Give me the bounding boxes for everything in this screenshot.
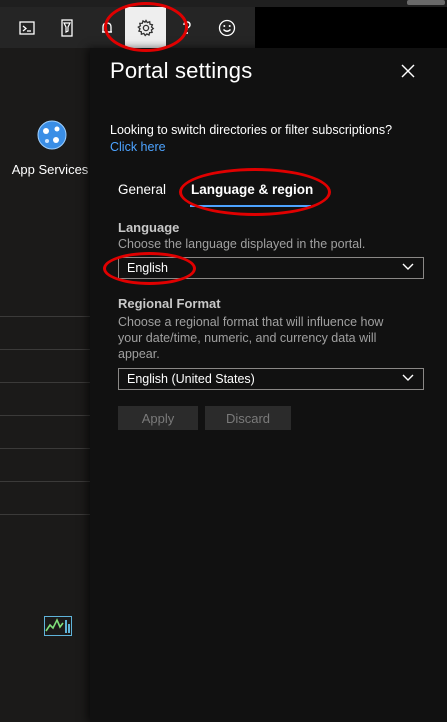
regional-format-dropdown[interactable]: English (United States) (118, 368, 424, 390)
top-strip (0, 0, 447, 7)
notifications-button[interactable] (86, 7, 127, 48)
list-divider (0, 448, 90, 449)
app-services-icon[interactable] (36, 119, 68, 151)
tab-general[interactable]: General (118, 182, 166, 197)
monitor-chart-icon[interactable] (44, 616, 72, 636)
list-divider (0, 514, 90, 515)
feedback-button[interactable] (206, 7, 247, 48)
chevron-down-icon (402, 263, 414, 270)
tab-language-region[interactable]: Language & region (191, 182, 313, 197)
list-divider (0, 415, 90, 416)
discard-button[interactable]: Discard (205, 406, 291, 430)
settings-button[interactable] (125, 7, 166, 48)
list-divider (0, 481, 90, 482)
directory-filter-icon (60, 18, 73, 37)
cloud-shell-icon (18, 20, 35, 35)
active-tab-indicator (190, 205, 311, 207)
feedback-smiley-icon (218, 19, 235, 36)
language-dropdown-value: English (127, 261, 168, 275)
help-icon (182, 20, 191, 34)
help-button[interactable] (166, 7, 207, 48)
directory-info-text: Looking to switch directories or filter … (110, 123, 393, 137)
language-dropdown[interactable]: English (118, 257, 424, 279)
notifications-icon (101, 21, 112, 33)
horizontal-scrollbar[interactable] (407, 0, 445, 5)
regional-format-title: Regional Format (118, 296, 221, 311)
cloud-shell-button[interactable] (6, 7, 47, 48)
app-services-label[interactable]: App Services (0, 162, 100, 177)
portal-settings-panel: Portal settings Looking to switch direct… (90, 48, 447, 722)
click-here-link[interactable]: Click here (110, 140, 166, 154)
directory-filter-button[interactable] (46, 7, 87, 48)
close-icon[interactable] (400, 63, 416, 79)
apply-button[interactable]: Apply (118, 406, 198, 430)
settings-icon (136, 18, 154, 37)
chevron-down-icon (402, 374, 414, 381)
list-divider (0, 349, 90, 350)
language-section-title: Language (118, 220, 180, 235)
list-divider (0, 316, 90, 317)
language-section-description: Choose the language displayed in the por… (118, 237, 366, 251)
list-divider (0, 382, 90, 383)
regional-format-description: Choose a regional format that will influ… (118, 315, 384, 361)
panel-title: Portal settings (110, 58, 253, 83)
regional-format-dropdown-value: English (United States) (127, 372, 255, 386)
